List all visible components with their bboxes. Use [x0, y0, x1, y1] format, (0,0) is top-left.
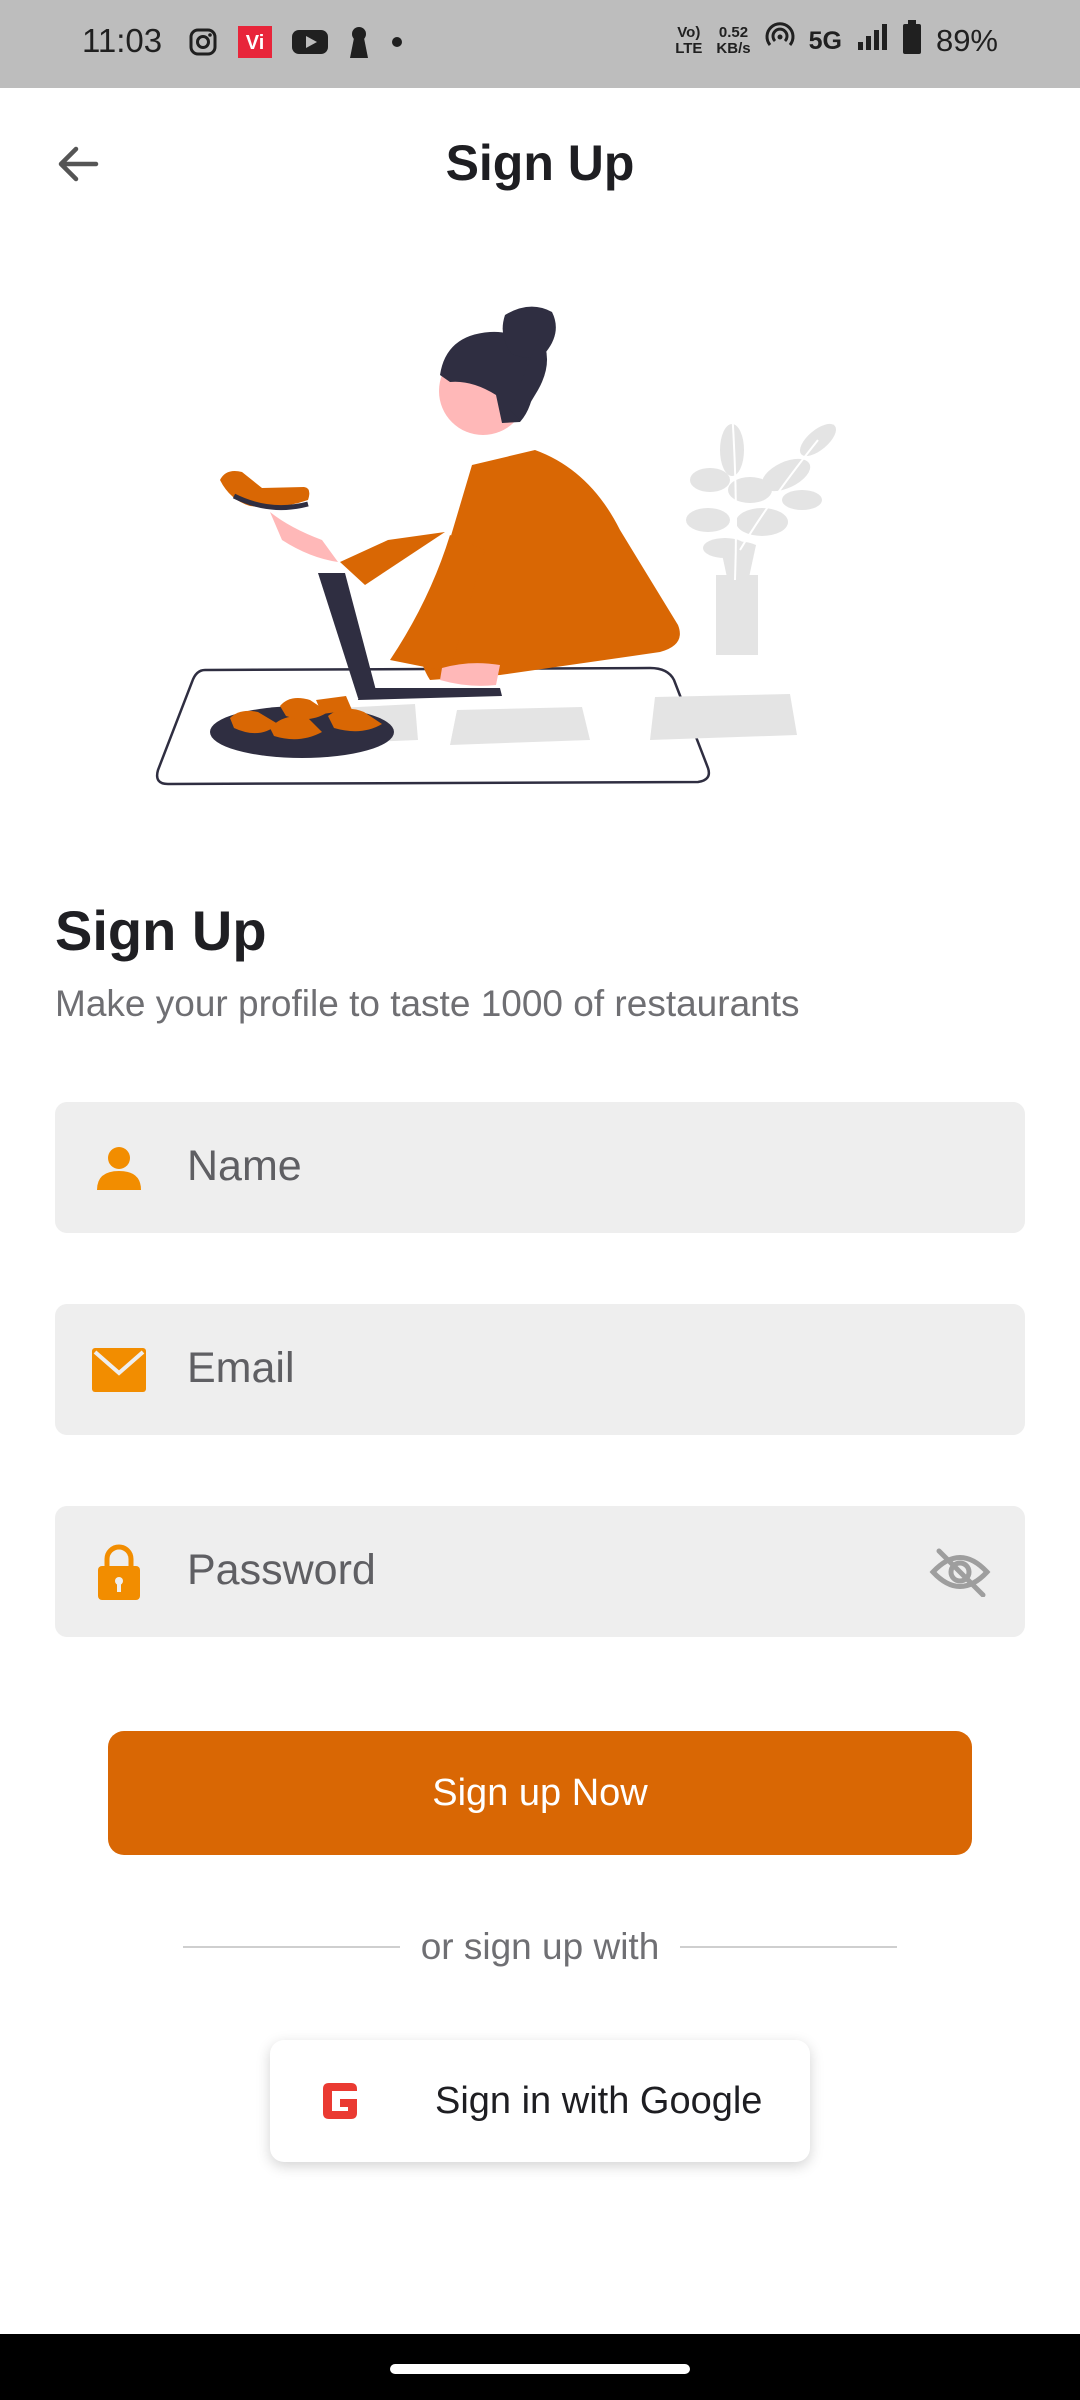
status-bar: 11:03 Vi Vo) LTE 0.52 KB/s 5G 89% [0, 0, 1080, 88]
mail-icon [91, 1342, 147, 1398]
dot-icon [390, 35, 404, 54]
google-button-label: Sign in with Google [435, 2080, 763, 2122]
system-navigation-bar [0, 2334, 1080, 2400]
home-indicator[interactable] [390, 2364, 690, 2374]
volte-icon: Vo) LTE [675, 24, 703, 57]
keyhole-icon [348, 26, 370, 63]
hotspot-icon [765, 22, 795, 60]
status-time: 11:03 [82, 22, 163, 59]
or-divider: or sign up with [183, 1921, 897, 1971]
password-placeholder: Password [187, 1546, 376, 1594]
data-speed: 0.52 KB/s [716, 24, 751, 57]
google-icon [317, 2077, 365, 2125]
sign-up-now-button[interactable]: Sign up Now [108, 1731, 972, 1855]
battery-icon [902, 20, 922, 62]
page-subtitle: Make your profile to taste 1000 of resta… [55, 983, 800, 1024]
email-field[interactable]: Email [55, 1304, 1025, 1435]
password-field[interactable]: Password [55, 1506, 1025, 1637]
person-icon [91, 1140, 147, 1196]
divider-line-right [680, 1946, 897, 1948]
youtube-icon [292, 28, 328, 61]
system-status: Vo) LTE 0.52 KB/s 5G 89% [675, 20, 998, 62]
signal-icon [856, 22, 888, 60]
woman-ordering-food-illustration [150, 300, 880, 810]
page-title: Sign Up [55, 899, 267, 962]
network-type: 5G [808, 26, 842, 55]
app-bar: Sign Up [0, 88, 1080, 243]
battery-percent: 89% [935, 23, 998, 58]
name-placeholder: Name [187, 1142, 302, 1190]
app-bar-title: Sign Up [445, 135, 635, 191]
email-placeholder: Email [187, 1344, 295, 1392]
vi-icon: Vi [238, 26, 272, 63]
notification-icons: Vi [188, 26, 404, 63]
lock-icon [91, 1544, 147, 1600]
eye-off-icon[interactable] [929, 1542, 991, 1602]
instagram-icon [188, 27, 218, 62]
google-sign-in-button[interactable]: Sign in with Google [270, 2040, 810, 2162]
svg-text:Vi: Vi [246, 32, 265, 54]
name-field[interactable]: Name [55, 1102, 1025, 1233]
